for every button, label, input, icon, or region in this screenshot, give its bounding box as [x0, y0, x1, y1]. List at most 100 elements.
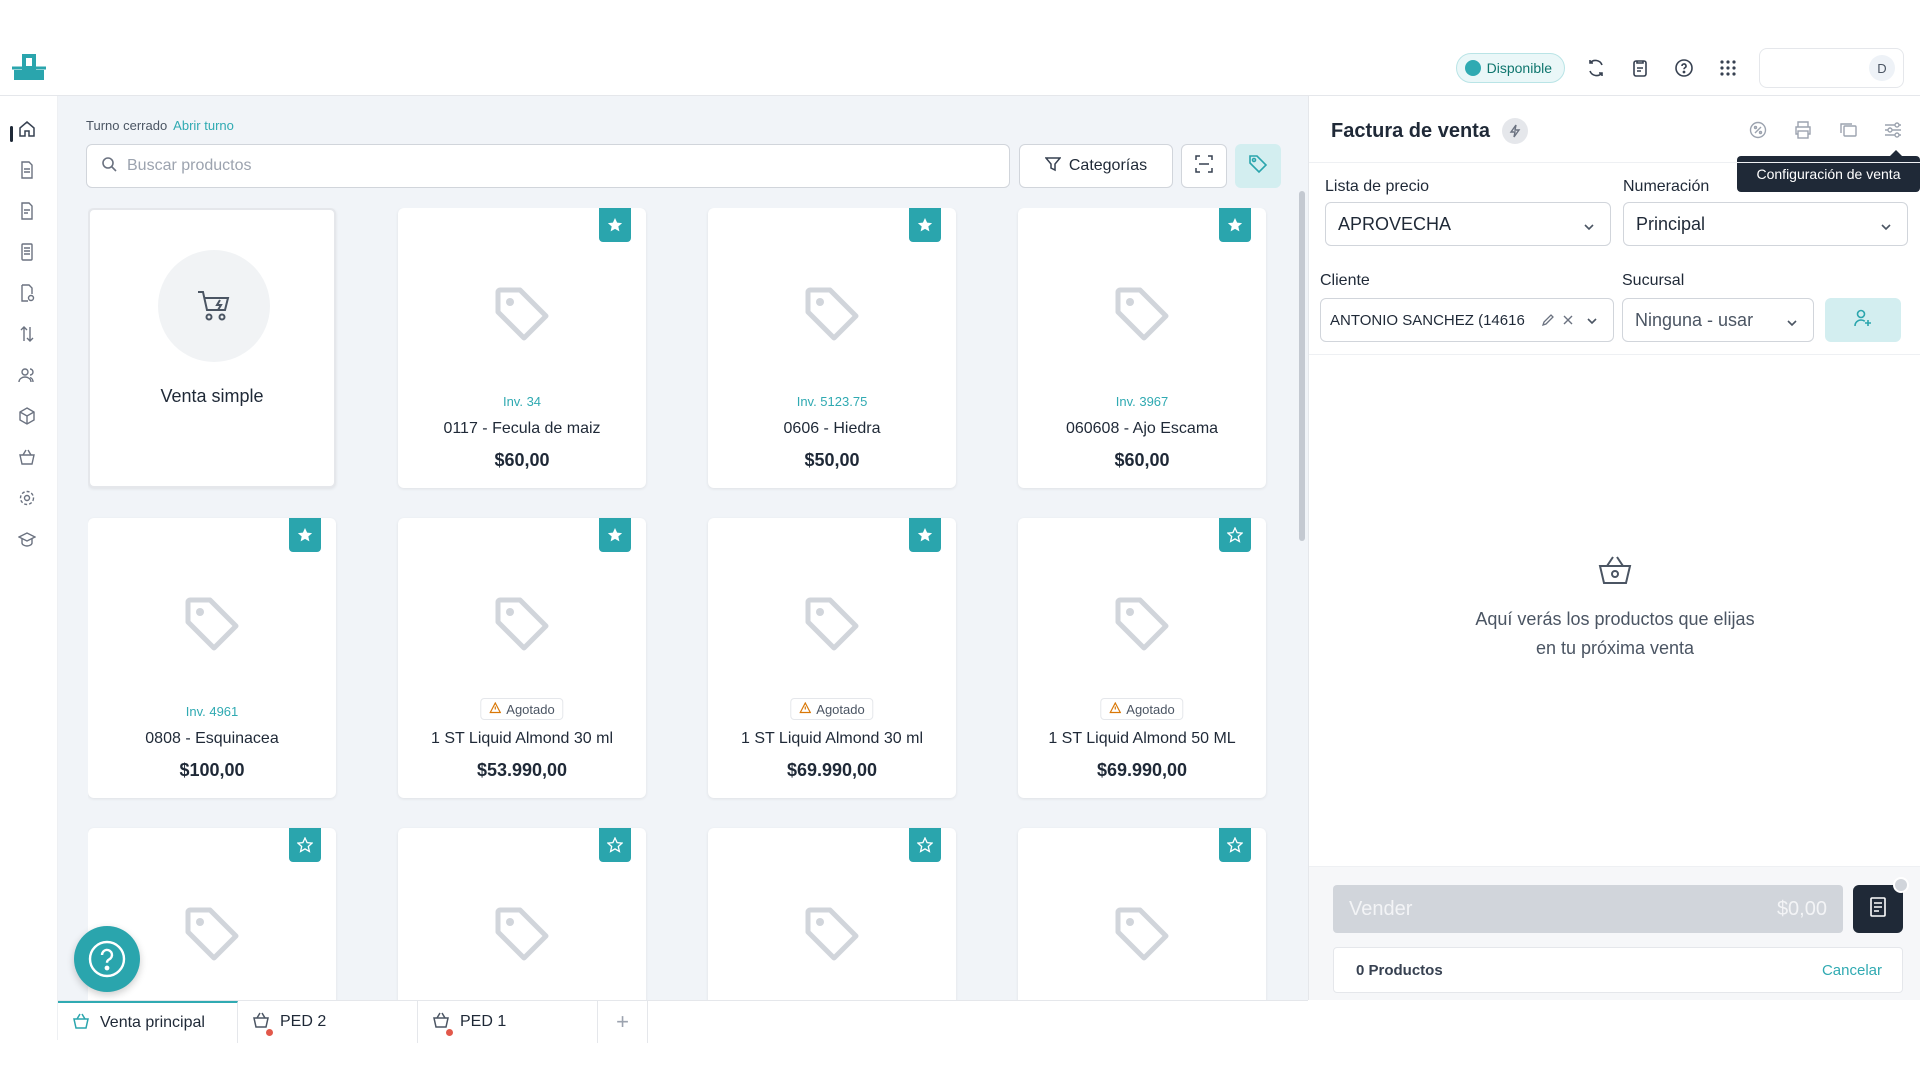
divider: [1309, 354, 1920, 355]
branch-value: Ninguna - usar: [1635, 309, 1754, 330]
client-label: Cliente: [1320, 272, 1370, 289]
graduation-icon[interactable]: [14, 526, 40, 552]
product-card[interactable]: Agotado 1 ST Liquid Almond 30 ml $53.990,0…: [398, 518, 646, 798]
panel-title: Factura de venta: [1331, 118, 1528, 144]
cancel-link[interactable]: Cancelar: [1822, 962, 1882, 979]
product-price: $60,00: [494, 450, 550, 470]
tab-ped-1[interactable]: PED 1: [418, 1001, 598, 1043]
invoice-icon[interactable]: [14, 157, 40, 183]
receipt-button[interactable]: [1853, 885, 1903, 933]
tab-ped-2[interactable]: PED 2: [238, 1001, 418, 1043]
favorite-star-icon[interactable]: [909, 208, 941, 242]
favorite-star-icon[interactable]: [909, 828, 941, 862]
numbering-select[interactable]: Principal: [1623, 202, 1908, 246]
price-tag-icon: [492, 904, 552, 964]
price-tag-view-button[interactable]: [1235, 144, 1281, 188]
tab-label: PED 1: [460, 1013, 507, 1030]
empty-text-line1: Aquí verás los productos que elijas: [1475, 609, 1755, 629]
product-catalog-area: Turno cerrado Abrir turno Categorías Vent…: [58, 96, 1308, 1000]
product-card[interactable]: Agotado 1 ST Liquid Almond 50 ML $69.990,0…: [1018, 518, 1266, 798]
help-icon[interactable]: [1671, 55, 1697, 81]
product-card[interactable]: [1018, 828, 1266, 1000]
edit-icon[interactable]: [1541, 313, 1555, 331]
chevron-down-icon: [1585, 314, 1599, 332]
availability-status-button[interactable]: Disponible: [1455, 53, 1565, 83]
sell-button[interactable]: Vender $0,00: [1333, 885, 1843, 933]
chevron-down-icon: [1785, 314, 1799, 335]
search-input[interactable]: [127, 157, 987, 175]
receipt-icon[interactable]: [14, 239, 40, 265]
product-card[interactable]: Inv. 34 0117 - Fecula de maiz $60,00: [398, 208, 646, 488]
favorite-star-icon[interactable]: [599, 518, 631, 552]
add-tab-button[interactable]: +: [598, 1001, 648, 1043]
tab-label: Venta principal: [100, 1014, 205, 1031]
product-card[interactable]: Inv. 4961 0808 - Esquinacea $100,00: [88, 518, 336, 798]
unsaved-dot: [266, 1029, 273, 1036]
home-icon[interactable]: [14, 116, 40, 142]
apps-grid-icon[interactable]: [1715, 55, 1741, 81]
divider: [1309, 162, 1920, 163]
tag-icon: [1248, 154, 1268, 179]
favorite-star-icon[interactable]: [289, 828, 321, 862]
product-search[interactable]: [86, 144, 1010, 188]
sliders-icon[interactable]: [1879, 116, 1906, 143]
user-menu[interactable]: D: [1759, 48, 1904, 88]
lightning-icon[interactable]: [1501, 118, 1528, 144]
favorite-star-icon[interactable]: [289, 518, 321, 552]
avatar: D: [1869, 55, 1895, 81]
open-shift-link[interactable]: Abrir turno: [173, 118, 234, 133]
inventory-count: Inv. 3967: [1115, 394, 1169, 409]
product-card[interactable]: Agotado 1 ST Liquid Almond 30 ml $69.990,0…: [708, 518, 956, 798]
client-select[interactable]: ANTONIO SANCHEZ (14616: [1320, 298, 1614, 342]
product-card[interactable]: [398, 828, 646, 1000]
discount-icon[interactable]: [1744, 116, 1771, 143]
document-icon[interactable]: [14, 198, 40, 224]
chevron-down-icon: [1582, 218, 1596, 239]
duplicate-icon[interactable]: [1834, 116, 1861, 143]
favorite-star-icon[interactable]: [909, 518, 941, 552]
products-count: 0 Productos: [1356, 961, 1443, 979]
branch-select[interactable]: Ninguna - usar: [1622, 298, 1814, 342]
clipboard-icon[interactable]: [1627, 55, 1653, 81]
product-price: $69.990,00: [1096, 760, 1188, 780]
product-price: $50,00: [804, 450, 860, 470]
app-logo-icon[interactable]: [10, 50, 48, 84]
product-card[interactable]: Inv. 3967 060608 - Ajo Escama $60,00: [1018, 208, 1266, 488]
clear-icon[interactable]: [1561, 313, 1575, 331]
price-tag-icon: [1112, 904, 1172, 964]
favorite-star-icon[interactable]: [1219, 828, 1251, 862]
panel-actions: [1744, 116, 1906, 143]
categories-button[interactable]: Categorías: [1019, 144, 1173, 188]
catalog-scrollbar[interactable]: [1299, 191, 1305, 541]
barcode-scan-button[interactable]: [1181, 144, 1227, 188]
favorite-star-icon[interactable]: [1219, 208, 1251, 242]
simple-sale-card[interactable]: Venta simple: [88, 208, 336, 488]
product-card[interactable]: Inv. 5123.75 0606 - Hiedra $50,00: [708, 208, 956, 488]
inventory-count: Inv. 34: [502, 394, 542, 409]
settings-icon[interactable]: [14, 485, 40, 511]
basket-icon[interactable]: [14, 444, 40, 470]
help-fab-button[interactable]: [74, 926, 140, 992]
tab-venta-principal[interactable]: Venta principal: [58, 1001, 238, 1043]
favorite-star-icon[interactable]: [1219, 518, 1251, 552]
price-list-select[interactable]: APROVECHA: [1325, 202, 1611, 246]
favorite-star-icon[interactable]: [599, 208, 631, 242]
sell-total: $0,00: [1776, 897, 1827, 920]
file-search-icon[interactable]: [14, 280, 40, 306]
print-icon[interactable]: [1789, 116, 1816, 143]
transfer-icon[interactable]: [14, 321, 40, 347]
sync-icon[interactable]: [1583, 55, 1609, 81]
basket-icon: [72, 1012, 90, 1035]
add-client-button[interactable]: [1825, 298, 1901, 342]
product-card[interactable]: [708, 828, 956, 1000]
invoice-title: Factura de venta: [1331, 119, 1490, 142]
users-icon[interactable]: [14, 362, 40, 388]
inventory-count: Inv. 5123.75: [796, 394, 868, 409]
top-bar: Disponible D: [0, 38, 1920, 96]
favorite-star-icon[interactable]: [599, 828, 631, 862]
price-tag-icon: [802, 904, 862, 964]
scan-icon: [1195, 154, 1213, 178]
product-price: $100,00: [179, 760, 245, 780]
search-icon: [101, 156, 117, 177]
box-icon[interactable]: [14, 403, 40, 429]
